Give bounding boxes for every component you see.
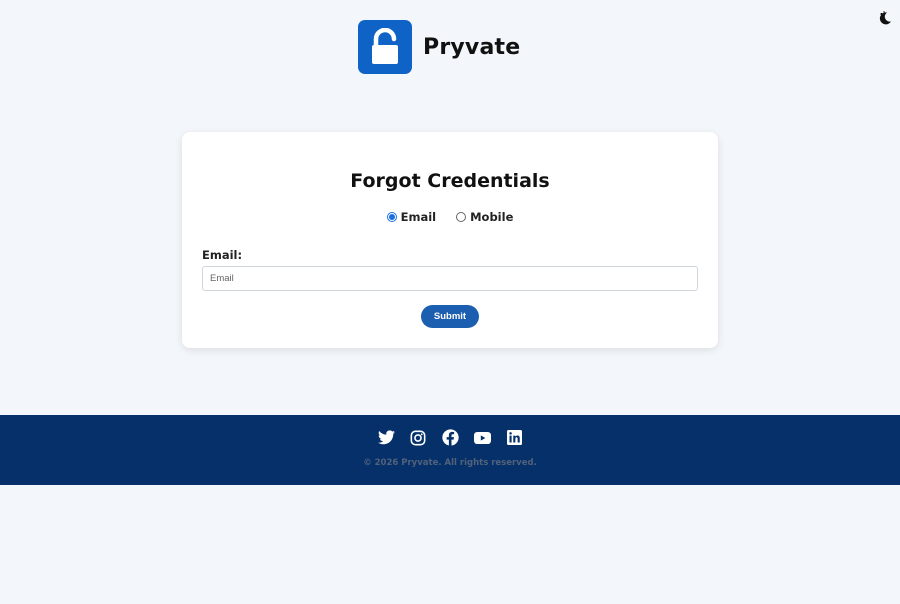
social-links [0, 429, 900, 446]
brand-name: Pryvate [423, 34, 521, 60]
card-title: Forgot Credentials [350, 170, 550, 192]
instagram-icon[interactable] [410, 429, 427, 446]
forgot-credentials-card: Forgot Credentials Email Mobile Email: S… [182, 132, 718, 348]
linkedin-icon[interactable] [506, 429, 523, 446]
radio-label-email: Email [400, 210, 437, 224]
submit-button[interactable]: Submit [421, 305, 479, 328]
theme-toggle-moon-icon[interactable] [877, 10, 893, 26]
footer: © 2026 Pryvate. All rights reserved. [0, 415, 900, 485]
radio-label-mobile: Mobile [470, 210, 514, 224]
page: Pryvate Forgot Credentials Email Mobile … [0, 0, 900, 604]
youtube-icon[interactable] [473, 429, 491, 446]
brand[interactable]: Pryvate [358, 20, 520, 74]
radio-email[interactable] [386, 212, 397, 222]
facebook-icon[interactable] [441, 429, 459, 446]
radio-mobile[interactable] [456, 212, 467, 222]
twitter-icon[interactable] [377, 429, 395, 446]
email-field-label: Email: [202, 248, 243, 262]
method-radio-group: Email Mobile [182, 210, 718, 224]
logo-lock-icon [358, 20, 412, 74]
copyright-text: © 2026 Pryvate. All rights reserved. [363, 458, 537, 468]
radio-option-mobile[interactable]: Mobile [456, 210, 513, 224]
email-input[interactable] [202, 266, 698, 291]
radio-option-email[interactable]: Email [386, 210, 437, 224]
